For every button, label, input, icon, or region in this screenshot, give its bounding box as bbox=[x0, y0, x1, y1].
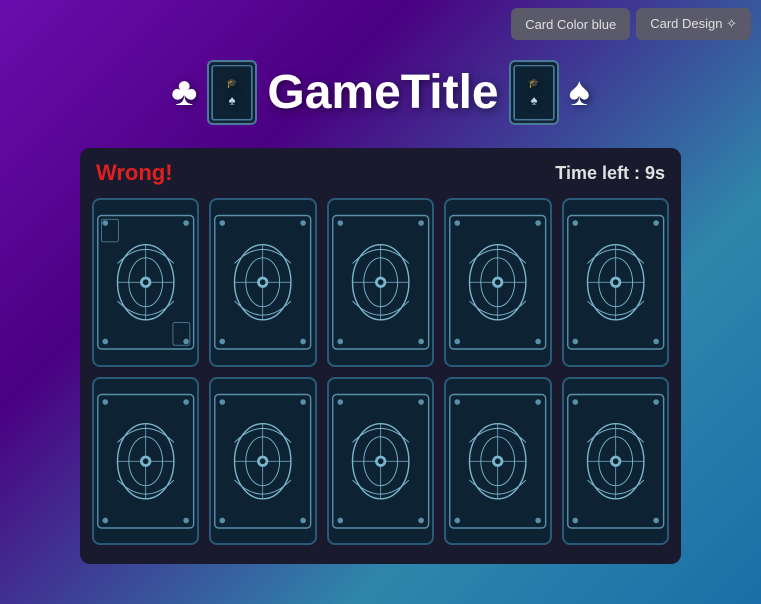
right-card-icon: 🎓 ♠ bbox=[509, 60, 559, 125]
card-10[interactable] bbox=[562, 377, 669, 546]
card-7[interactable] bbox=[209, 377, 316, 546]
game-panel: Wrong! Time left : 9s bbox=[80, 148, 681, 564]
timer-label: Time left : 9s bbox=[555, 163, 665, 184]
svg-text:♠: ♠ bbox=[530, 92, 537, 107]
card-4[interactable] bbox=[444, 198, 551, 367]
svg-text:🎓: 🎓 bbox=[528, 78, 539, 89]
card-grid bbox=[92, 198, 669, 545]
card-6[interactable] bbox=[92, 377, 199, 546]
title-area: ♣ 🎓 ♠ GameTitle 🎓 ♠ ♠ bbox=[0, 60, 761, 125]
card-5[interactable] bbox=[562, 198, 669, 367]
svg-text:🎓: 🎓 bbox=[227, 78, 238, 89]
card-8[interactable] bbox=[327, 377, 434, 546]
title-text: GameTitle bbox=[267, 65, 498, 120]
wrong-label: Wrong! bbox=[96, 160, 173, 186]
card-2[interactable] bbox=[209, 198, 316, 367]
club-symbol: ♣ bbox=[171, 70, 197, 115]
game-title: ♣ 🎓 ♠ GameTitle 🎓 ♠ ♠ bbox=[171, 60, 590, 125]
top-bar: Card Color blue Card Design ✧ bbox=[511, 8, 751, 40]
card-3[interactable] bbox=[327, 198, 434, 367]
card-design-button[interactable]: Card Design ✧ bbox=[636, 8, 751, 40]
svg-text:♠: ♠ bbox=[229, 92, 236, 107]
card-1[interactable] bbox=[92, 198, 199, 367]
spade-symbol: ♠ bbox=[569, 70, 590, 115]
card-color-button[interactable]: Card Color blue bbox=[511, 8, 630, 40]
panel-header: Wrong! Time left : 9s bbox=[92, 160, 669, 186]
card-9[interactable] bbox=[444, 377, 551, 546]
left-card-icon: 🎓 ♠ bbox=[207, 60, 257, 125]
